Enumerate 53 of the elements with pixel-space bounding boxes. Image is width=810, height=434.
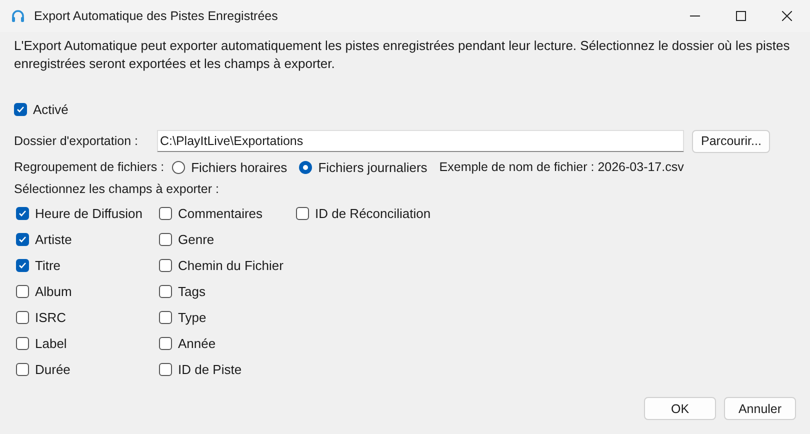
enabled-checkbox[interactable] — [14, 102, 27, 116]
field-checkbox[interactable] — [16, 206, 29, 220]
field-label: Dossier d'exportation : — [14, 134, 139, 148]
field-checkbox[interactable] — [159, 206, 172, 220]
checkbox-label: Commentaires — [178, 206, 263, 220]
checkbox-label: Année — [178, 336, 216, 350]
checkbox-label: Tags — [178, 284, 206, 298]
checkmark-icon — [16, 104, 25, 114]
browse-button[interactable]: Parcourir... — [692, 130, 770, 152]
checkbox-label: ID de Piste — [178, 362, 242, 376]
checkbox-label: Artiste — [35, 232, 72, 246]
maximize-icon — [736, 11, 746, 21]
radio-label: Fichiers journaliers — [318, 160, 428, 174]
checkbox-label: Type — [178, 310, 206, 324]
radio-button[interactable] — [299, 160, 312, 174]
field-checkbox[interactable] — [159, 258, 172, 272]
field-checkbox[interactable] — [159, 284, 172, 298]
field-checkbox[interactable] — [159, 310, 172, 324]
radio-button[interactable] — [172, 160, 186, 174]
field-checkbox[interactable] — [16, 362, 29, 376]
window-title: Export Automatique des Pistes Enregistrées — [34, 9, 279, 23]
field-checkbox[interactable] — [16, 310, 29, 324]
field-checkbox[interactable] — [296, 206, 309, 220]
description-text: L'Export Automatique peut exporter automatiquement les pistes enregistrées pendant leur lecture. Sélectionnez le dossier où les pistes enregistrées seront exportées et les champs à exporter. — [14, 37, 791, 73]
checkbox-label: Album — [35, 284, 72, 298]
field-checkbox[interactable] — [16, 336, 29, 350]
field-checkbox[interactable] — [16, 232, 29, 246]
ok-button[interactable]: OK — [644, 397, 716, 420]
field-label: Regroupement de fichiers : — [14, 160, 164, 174]
field-checkbox[interactable] — [159, 336, 172, 350]
checkbox-label: Heure de Diffusion — [35, 206, 142, 220]
field-checkbox[interactable] — [16, 258, 29, 272]
field-checkbox[interactable] — [159, 362, 172, 376]
checkmark-icon — [18, 234, 27, 244]
checkbox-label: Titre — [35, 258, 61, 272]
checkbox-label: Activé — [33, 102, 68, 116]
folder-field[interactable]: C:\PlayItLive\Exportations — [157, 130, 684, 152]
checkbox-label: ISRC — [35, 310, 66, 324]
headphones-icon — [10, 8, 26, 24]
checkbox-label: ID de Réconciliation — [315, 206, 431, 220]
example-text: Exemple de nom de fichier : 2026-03-17.csv — [439, 160, 684, 174]
field-checkbox[interactable] — [159, 232, 172, 246]
checkbox-label: Durée — [35, 362, 70, 376]
checkmark-icon — [18, 208, 27, 218]
checkmark-icon — [18, 260, 27, 270]
checkbox-label: Label — [35, 336, 67, 350]
radio-label: Fichiers horaires — [191, 160, 288, 174]
checkbox-label: Genre — [178, 232, 214, 246]
cancel-button[interactable]: Annuler — [724, 397, 796, 420]
close-icon — [782, 11, 792, 21]
checkbox-label: Chemin du Fichier — [178, 258, 284, 272]
section-label: Sélectionnez les champs à exporter : — [14, 182, 220, 196]
field-checkbox[interactable] — [16, 284, 29, 298]
